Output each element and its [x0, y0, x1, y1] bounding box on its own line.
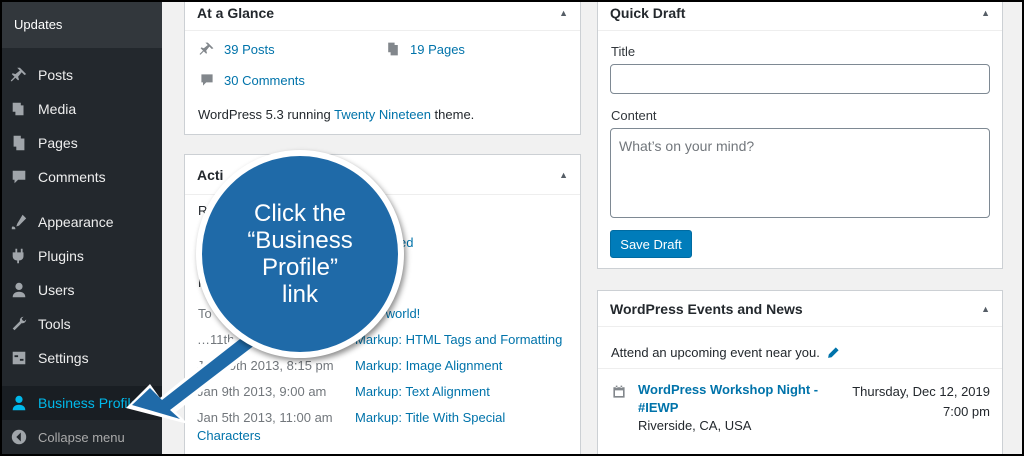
callout-arrow — [126, 328, 264, 424]
callout-bubble: Click the “Business Profile” link — [196, 150, 404, 358]
callout-text: Click the “Business Profile” link — [247, 200, 353, 308]
